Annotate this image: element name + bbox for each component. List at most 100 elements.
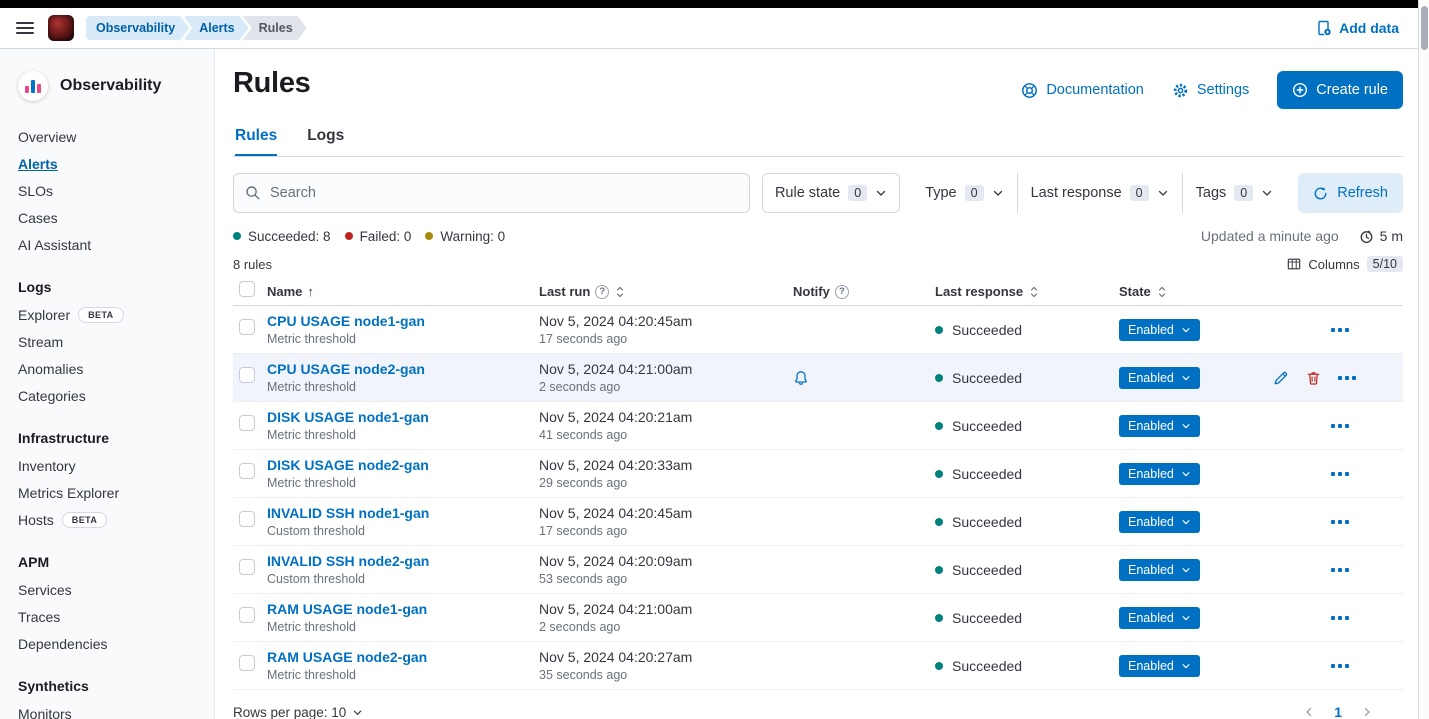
scrollbar-thumb[interactable] (1421, 6, 1428, 50)
state-dropdown[interactable]: Enabled (1119, 415, 1200, 437)
rule-name-link[interactable]: INVALID SSH node2-gan (267, 553, 539, 569)
sidebar-item-cases[interactable]: Cases (18, 210, 58, 226)
row-menu-icon[interactable] (1331, 472, 1349, 476)
column-header-state[interactable]: State (1105, 284, 1273, 299)
sidebar-item-overview[interactable]: Overview (18, 129, 76, 145)
state-dropdown[interactable]: Enabled (1119, 559, 1200, 581)
sidebar-item-hosts[interactable]: Hosts (18, 512, 54, 528)
table-row[interactable]: INVALID SSH node1-ganCustom threshold No… (233, 498, 1403, 546)
sidebar-item-monitors[interactable]: Monitors (18, 706, 72, 719)
row-checkbox[interactable] (239, 367, 255, 383)
column-header-last-response[interactable]: Last response (919, 284, 1105, 299)
sidebar-item-metrics-explorer[interactable]: Metrics Explorer (18, 485, 119, 501)
state-dropdown[interactable]: Enabled (1119, 607, 1200, 629)
row-menu-icon[interactable] (1331, 424, 1349, 428)
row-checkbox[interactable] (239, 463, 255, 479)
row-menu-icon[interactable] (1331, 328, 1349, 332)
columns-selector[interactable]: Columns 5/10 (1287, 256, 1403, 272)
row-checkbox[interactable] (239, 559, 255, 575)
rule-name-link[interactable]: RAM USAGE node1-gan (267, 601, 539, 617)
last-run-time: Nov 5, 2024 04:21:00am (539, 361, 777, 377)
sort-updown-icon (1156, 285, 1168, 299)
question-circle-icon[interactable] (595, 285, 609, 299)
row-checkbox[interactable] (239, 655, 255, 671)
sidebar-item-ai-assistant[interactable]: AI Assistant (18, 237, 91, 253)
row-checkbox[interactable] (239, 415, 255, 431)
window-scrollbar[interactable] (1418, 0, 1429, 719)
table-row[interactable]: DISK USAGE node1-ganMetric threshold Nov… (233, 402, 1403, 450)
sidebar-item-explorer[interactable]: Explorer (18, 307, 70, 323)
add-data-button[interactable]: Add data (1316, 20, 1399, 36)
settings-button[interactable]: Settings (1172, 82, 1249, 99)
create-rule-button[interactable]: Create rule (1277, 71, 1403, 109)
question-circle-icon[interactable] (835, 285, 849, 299)
rule-name-link[interactable]: DISK USAGE node2-gan (267, 457, 539, 473)
tab-rules[interactable]: Rules (235, 127, 277, 156)
select-all-checkbox[interactable] (239, 281, 255, 297)
row-menu-icon[interactable] (1338, 376, 1356, 380)
breadcrumb-observability[interactable]: Observability (86, 16, 189, 40)
last-run-ago: 17 seconds ago (539, 524, 777, 538)
next-page-icon[interactable] (1361, 706, 1373, 718)
row-menu-icon[interactable] (1331, 568, 1349, 572)
state-dropdown[interactable]: Enabled (1119, 463, 1200, 485)
rule-name-link[interactable]: CPU USAGE node2-gan (267, 361, 539, 377)
sidebar-item-services[interactable]: Services (18, 582, 72, 598)
rule-name-link[interactable]: CPU USAGE node1-gan (267, 313, 539, 329)
table-row[interactable]: RAM USAGE node1-ganMetric threshold Nov … (233, 594, 1403, 642)
table-row[interactable]: DISK USAGE node2-ganMetric threshold Nov… (233, 450, 1403, 498)
state-dropdown[interactable]: Enabled (1119, 655, 1200, 677)
column-header-last-run[interactable]: Last run (539, 284, 777, 299)
tab-logs[interactable]: Logs (307, 127, 344, 156)
edit-pencil-icon[interactable] (1273, 370, 1289, 386)
table-row[interactable]: RAM USAGE node2-ganMetric threshold Nov … (233, 642, 1403, 690)
row-checkbox[interactable] (239, 607, 255, 623)
prev-page-icon[interactable] (1303, 706, 1315, 718)
table-row[interactable]: CPU USAGE node2-ganMetric threshold Nov … (233, 354, 1403, 402)
row-checkbox[interactable] (239, 511, 255, 527)
column-header-name[interactable]: Name ↑ (267, 284, 539, 299)
success-dot (935, 662, 943, 670)
menu-icon[interactable] (16, 22, 34, 34)
refresh-button[interactable]: Refresh (1298, 173, 1403, 213)
search-input[interactable] (270, 185, 738, 201)
table-row[interactable]: INVALID SSH node2-ganCustom threshold No… (233, 546, 1403, 594)
sidebar-item-anomalies[interactable]: Anomalies (18, 361, 83, 377)
bell-icon[interactable] (793, 370, 919, 386)
rule-name-link[interactable]: RAM USAGE node2-gan (267, 649, 539, 665)
table-row[interactable]: CPU USAGE node1-ganMetric threshold Nov … (233, 306, 1403, 354)
state-dropdown[interactable]: Enabled (1119, 367, 1200, 389)
row-checkbox[interactable] (239, 319, 255, 335)
document-plus-icon (1316, 20, 1332, 36)
sidebar-app-header: Observability (18, 71, 198, 101)
last-response-text: Succeeded (952, 514, 1022, 530)
filter-tags[interactable]: Tags 0 (1182, 173, 1287, 213)
filter-type[interactable]: Type 0 (912, 173, 1016, 213)
state-dropdown[interactable]: Enabled (1119, 319, 1200, 341)
sidebar-item-inventory[interactable]: Inventory (18, 458, 76, 474)
delete-trash-icon[interactable] (1306, 370, 1321, 386)
filter-count-badge: 0 (1130, 185, 1149, 201)
rule-name-link[interactable]: DISK USAGE node1-gan (267, 409, 539, 425)
sidebar-item-dependencies[interactable]: Dependencies (18, 636, 108, 652)
filter-rule-state[interactable]: Rule state 0 (762, 173, 900, 213)
sidebar-item-traces[interactable]: Traces (18, 609, 60, 625)
row-menu-icon[interactable] (1331, 616, 1349, 620)
refresh-interval-control[interactable]: 5 m (1359, 228, 1403, 244)
state-dropdown[interactable]: Enabled (1119, 511, 1200, 533)
rule-name-link[interactable]: INVALID SSH node1-gan (267, 505, 539, 521)
pagination: 1 (1303, 702, 1373, 719)
sidebar-item-slos[interactable]: SLOs (18, 183, 53, 199)
rows-per-page-selector[interactable]: Rows per page: 10 (233, 705, 363, 719)
row-menu-icon[interactable] (1331, 664, 1349, 668)
row-menu-icon[interactable] (1331, 520, 1349, 524)
breadcrumb-alerts[interactable]: Alerts (183, 16, 248, 40)
documentation-button[interactable]: Documentation (1021, 82, 1144, 99)
sidebar-item-alerts[interactable]: Alerts (18, 156, 58, 172)
sidebar-item-stream[interactable]: Stream (18, 334, 63, 350)
space-avatar[interactable] (48, 15, 74, 41)
sidebar-item-categories[interactable]: Categories (18, 388, 86, 404)
page-number-1[interactable]: 1 (1331, 702, 1345, 719)
succeeded-dot (233, 232, 241, 240)
filter-last-response[interactable]: Last response 0 (1017, 173, 1182, 213)
